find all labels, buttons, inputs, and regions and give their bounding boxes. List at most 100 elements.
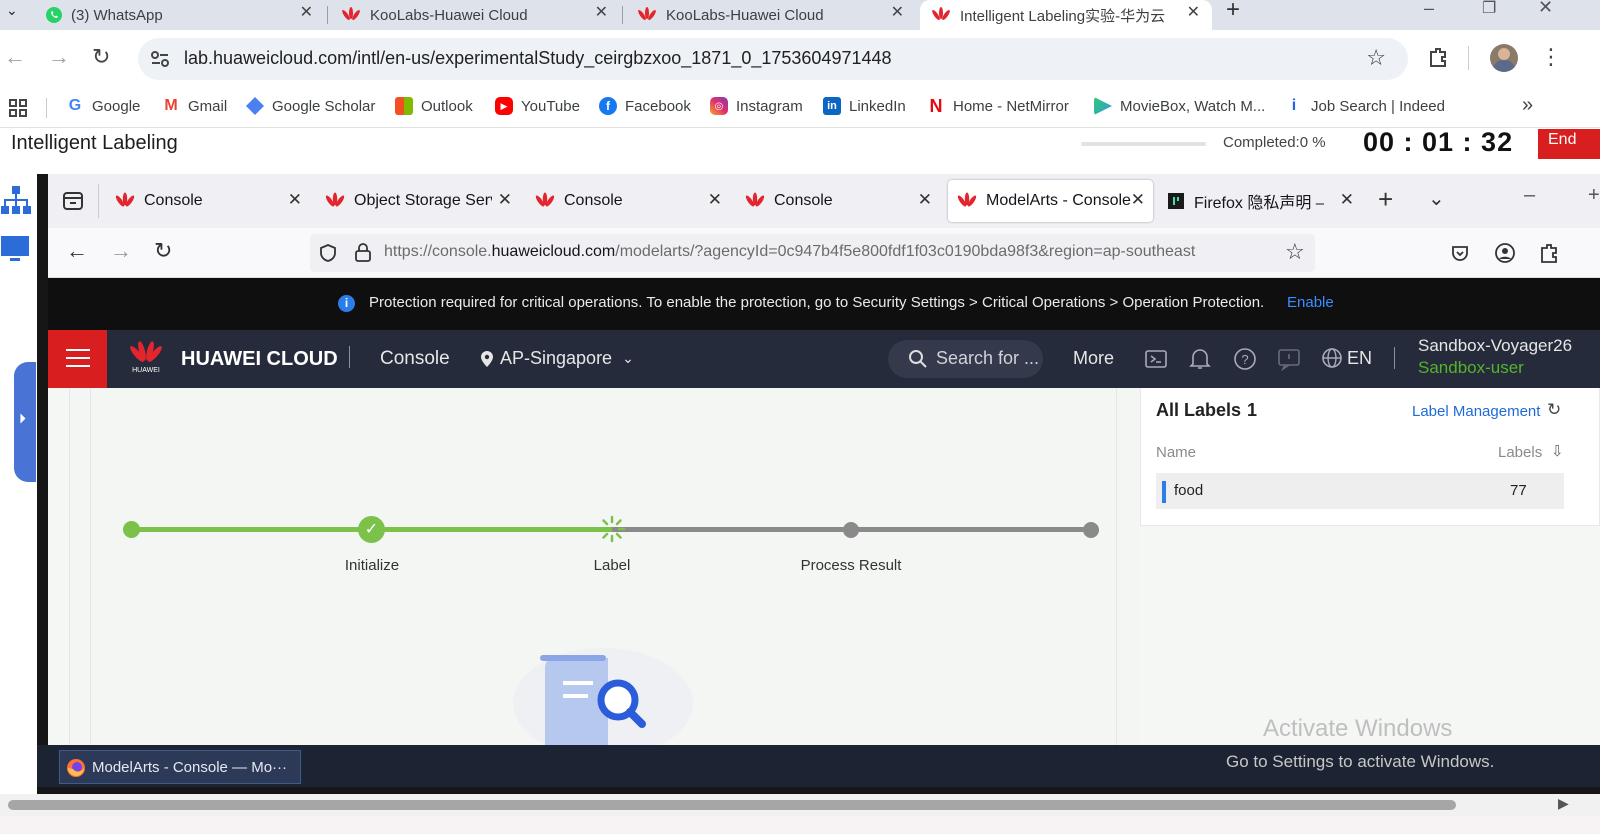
address-bar[interactable]: lab.huaweicloud.com/intl/en-us/experimen…	[138, 38, 1408, 80]
bookmark-outlook[interactable]: Outlook	[395, 97, 473, 115]
bookmark-instagram[interactable]: ◎ Instagram	[710, 97, 803, 115]
bookmark-gmail[interactable]: M Gmail	[162, 97, 227, 115]
labels-panel-title: All Labels	[1156, 400, 1242, 420]
close-tab-icon[interactable]: ✕	[708, 190, 722, 210]
back-icon[interactable]: ←	[4, 44, 26, 70]
label-management-link[interactable]: Label Management	[1412, 403, 1540, 420]
language-selector[interactable]: EN	[1321, 347, 1372, 369]
restore-window-icon[interactable]: ❐	[1482, 0, 1496, 18]
brand-name[interactable]: HUAWEI CLOUD	[181, 348, 338, 371]
tab-search-chevron-icon[interactable]: ⌄	[6, 2, 18, 19]
scrollbar-thumb[interactable]	[8, 800, 1456, 810]
end-lab-button[interactable]: End	[1538, 129, 1600, 159]
lab-progress-bar	[1081, 142, 1206, 146]
bookmark-youtube[interactable]: ▶ YouTube	[495, 97, 580, 115]
user-menu[interactable]: Sandbox-Voyager26 Sandbox-user	[1418, 336, 1600, 378]
cloud-shell-icon[interactable]	[1145, 348, 1167, 370]
step-label-initialize: Initialize	[344, 557, 400, 574]
site-settings-icon[interactable]	[150, 50, 170, 68]
bookmark-linkedin[interactable]: in LinkedIn	[823, 97, 906, 115]
bell-icon[interactable]	[1189, 347, 1211, 371]
huawei-logo[interactable]: HUAWEI	[128, 339, 168, 381]
close-tab-icon[interactable]: ✕	[498, 190, 512, 210]
console-link[interactable]: Console	[380, 348, 450, 370]
close-tab-icon[interactable]: ✕	[595, 2, 608, 22]
minimize-window-icon[interactable]: –	[1524, 184, 1535, 207]
firefox-view-icon[interactable]	[62, 190, 84, 212]
reload-icon[interactable]: ↻	[154, 238, 172, 264]
back-icon[interactable]: ←	[66, 238, 88, 264]
topology-icon[interactable]	[0, 184, 32, 216]
chrome-menu-icon[interactable]: ⋮	[1540, 44, 1562, 70]
close-tab-icon[interactable]: ✕	[891, 2, 904, 22]
close-window-icon[interactable]: ✕	[1538, 0, 1553, 18]
bookmark-star-icon[interactable]: ☆	[1366, 45, 1386, 71]
scholar-icon	[246, 97, 264, 115]
firefox-tab-privacy[interactable]: Firefox 隐私声明 — ✕	[1166, 180, 1362, 222]
bookmark-facebook[interactable]: f Facebook	[599, 97, 691, 115]
maximize-window-icon[interactable]: +	[1588, 184, 1600, 207]
close-tab-icon[interactable]: ✕	[1340, 190, 1354, 210]
sort-icon[interactable]: ⇩	[1551, 442, 1564, 460]
horizontal-scrollbar[interactable]: ▶	[0, 794, 1600, 816]
desktop-icon[interactable]	[0, 234, 30, 264]
firefox-tab-console-1[interactable]: Console ✕	[114, 180, 310, 222]
close-tab-icon[interactable]: ✕	[918, 190, 932, 210]
profile-avatar[interactable]	[1490, 44, 1518, 72]
more-bookmarks-icon[interactable]: »	[1522, 94, 1533, 117]
firefox-tab-console-2[interactable]: Console ✕	[534, 180, 730, 222]
label-row[interactable]: food 77	[1156, 473, 1564, 509]
refresh-icon[interactable]: ↻	[1547, 400, 1561, 420]
main-menu-button[interactable]	[48, 330, 107, 388]
bookmark-google-scholar[interactable]: Google Scholar	[246, 97, 375, 115]
side-panel-toggle[interactable]: ⏵	[14, 362, 36, 482]
panel-gutter	[1117, 388, 1139, 745]
new-tab-icon[interactable]: +	[1226, 0, 1240, 24]
region-selector[interactable]: AP-Singapore ⌄	[480, 348, 634, 369]
reload-icon[interactable]: ↻	[92, 44, 110, 70]
bookmark-label: Job Search | Indeed	[1311, 97, 1445, 115]
chrome-tab-koolabs-2[interactable]: KooLabs-Huawei Cloud ✕	[636, 0, 916, 30]
chrome-tab-koolabs-1[interactable]: KooLabs-Huawei Cloud ✕	[340, 0, 620, 30]
feedback-icon[interactable]	[1277, 347, 1301, 371]
col-header-labels[interactable]: Labels	[1498, 444, 1542, 461]
close-tab-icon[interactable]: ✕	[1131, 190, 1145, 210]
close-tab-icon[interactable]: ✕	[300, 2, 313, 22]
apps-grid-icon[interactable]	[8, 98, 28, 118]
chrome-tab-whatsapp[interactable]: (3) WhatsApp ✕	[45, 0, 325, 30]
extensions-icon[interactable]	[1538, 242, 1560, 264]
extensions-icon[interactable]	[1427, 46, 1449, 68]
bookmark-google[interactable]: G Google	[66, 97, 141, 115]
list-all-tabs-icon[interactable]: ⌄	[1428, 186, 1445, 211]
firefox-tab-console-3[interactable]: Console ✕	[744, 180, 940, 222]
taskbar-app-modelarts[interactable]: ModelArts - Console — Mo···	[59, 750, 301, 784]
tracking-shield-icon[interactable]	[318, 243, 338, 263]
scroll-right-arrow-icon[interactable]: ▶	[1558, 795, 1569, 812]
lock-icon[interactable]	[354, 242, 372, 262]
close-tab-icon[interactable]: ✕	[1187, 2, 1200, 22]
page-bottom-edge	[0, 816, 1600, 834]
chrome-tab-intelligent-labeling[interactable]: Intelligent Labeling实验-华为云 ✕	[920, 0, 1212, 30]
timer: 00 : 01 : 32	[1363, 127, 1514, 157]
firefox-privacy-icon	[1168, 193, 1184, 209]
help-icon[interactable]: ?	[1233, 347, 1257, 371]
forward-icon[interactable]: →	[48, 44, 70, 70]
firefox-tab-object-storage[interactable]: Object Storage Serv ✕	[324, 180, 520, 222]
close-tab-icon[interactable]: ✕	[288, 190, 302, 210]
more-menu[interactable]: More	[1073, 348, 1114, 369]
new-tab-icon[interactable]: +	[1378, 184, 1393, 215]
firefox-url-bar[interactable]: https://console.huaweicloud.com/modelart…	[310, 234, 1315, 272]
bookmark-indeed[interactable]: i Job Search | Indeed	[1285, 97, 1445, 115]
console-search[interactable]: Search for ...	[888, 340, 1043, 378]
firefox-tab-modelarts[interactable]: ModelArts - Console ✕	[948, 180, 1153, 222]
bookmark-moviebox[interactable]: MovieBox, Watch M...	[1094, 97, 1265, 115]
bookmark-netmirror[interactable]: N Home - NetMirror	[927, 96, 1069, 116]
bookmark-star-icon[interactable]: ☆	[1285, 239, 1305, 265]
account-icon[interactable]	[1494, 242, 1516, 264]
forward-icon[interactable]: →	[110, 238, 132, 264]
pocket-icon[interactable]	[1450, 243, 1470, 263]
bookmark-label: Gmail	[188, 97, 228, 115]
notice-text: Protection required for critical operati…	[369, 294, 1265, 311]
minimize-window-icon[interactable]: –	[1424, 0, 1434, 19]
enable-link[interactable]: Enable	[1287, 294, 1334, 311]
